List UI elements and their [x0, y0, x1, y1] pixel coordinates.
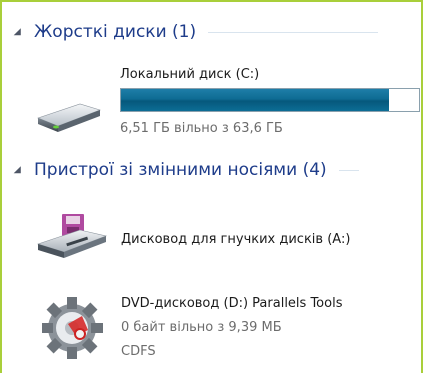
collapse-arrow-icon[interactable] — [13, 27, 25, 39]
drive-free-space: 6,51 ГБ вільно з 63,6 ГБ — [120, 121, 283, 136]
collapse-arrow-icon[interactable] — [13, 165, 25, 177]
drive-label: Дисковод для гнучких дисків (A:) — [121, 232, 351, 247]
group-divider — [208, 31, 379, 33]
group-header-hard-drives[interactable]: Жорсткі диски (1) — [13, 22, 379, 42]
disk-usage-fill — [121, 89, 389, 111]
hard-drive-icon — [37, 103, 101, 132]
group-divider — [338, 169, 359, 171]
group-title: Пристрої зі змінними носіями (4) — [34, 160, 327, 180]
floppy-drive-icon — [37, 214, 108, 258]
group-title: Жорсткі диски (1) — [34, 22, 197, 42]
disk-usage-bar — [120, 88, 420, 112]
drive-label: DVD-дисковод (D:) Parallels Tools — [121, 296, 343, 311]
dvd-drive-icon — [42, 297, 103, 359]
drive-label: Локальний диск (C:) — [120, 67, 260, 82]
drive-free-space: 0 байт вільно з 9,39 МБ — [121, 320, 282, 335]
drive-filesystem: CDFS — [121, 344, 156, 359]
group-header-removable[interactable]: Пристрої зі змінними носіями (4) — [13, 160, 359, 180]
